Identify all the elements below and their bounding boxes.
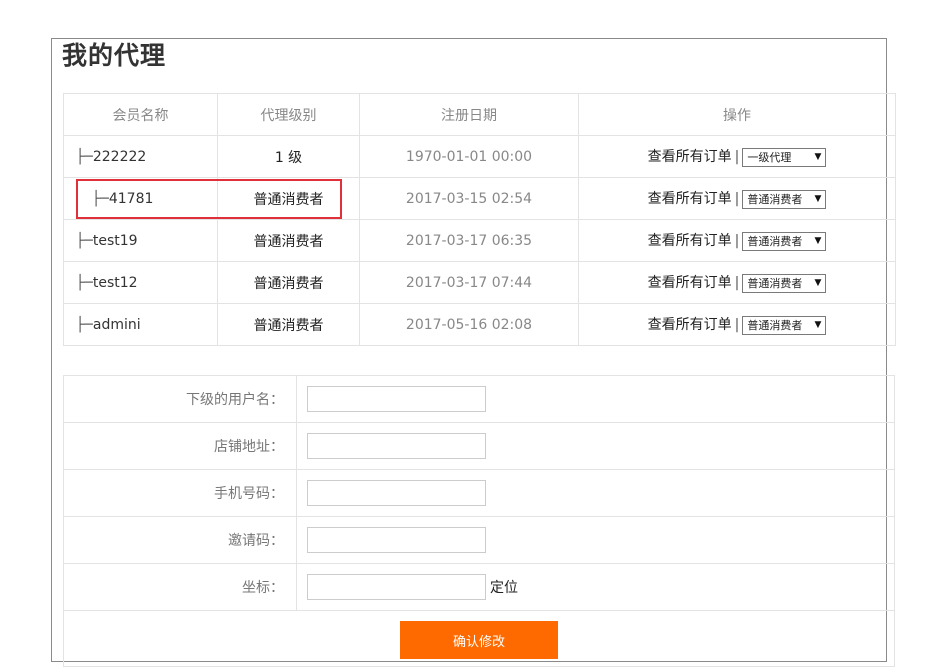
- table-row: ├─test12 普通消费者 2017-03-17 07:44 查看所有订单 | 普…: [63, 261, 896, 304]
- phone-input[interactable]: [307, 480, 486, 506]
- table-row: ├─admini 普通消费者 2017-05-16 02:08 查看所有订单 | 普…: [63, 303, 896, 346]
- tree-branch: ├─: [76, 274, 93, 291]
- form-input-cell: [296, 516, 895, 564]
- dropdown-arrow-icon: ▼: [814, 235, 822, 246]
- member-name-cell: ├─test12: [63, 261, 218, 304]
- agent-level: 1 级: [217, 135, 360, 178]
- locate-link[interactable]: 定位: [490, 580, 518, 596]
- member-name: 222222: [92, 148, 147, 165]
- separator: |: [734, 191, 740, 208]
- submit-cell: 确认修改: [63, 610, 895, 667]
- sub-username-input[interactable]: [307, 386, 486, 412]
- header-actions: 操作: [578, 93, 896, 136]
- form-row-phone: 手机号码：: [63, 469, 895, 517]
- header-member-name: 会员名称: [63, 93, 218, 136]
- invite-code-label: 邀请码：: [63, 516, 297, 564]
- actions-cell: 查看所有订单 | 普通消费者 ▼: [578, 177, 896, 220]
- separator: |: [734, 275, 740, 292]
- member-name-cell: ├─222222: [63, 135, 218, 178]
- register-date: 2017-03-15 02:54: [359, 177, 579, 220]
- view-all-orders-link[interactable]: 查看所有订单: [648, 317, 732, 333]
- agent-level-select[interactable]: 普通消费者 ▼: [742, 273, 827, 293]
- member-name: test12: [92, 274, 138, 291]
- member-name-cell: ├─admini: [63, 303, 218, 346]
- view-all-orders-link[interactable]: 查看所有订单: [648, 191, 732, 207]
- select-value: 普通消费者: [747, 276, 803, 290]
- dropdown-arrow-icon: ▼: [814, 193, 822, 204]
- form-input-cell: [296, 469, 895, 517]
- actions-cell: 查看所有订单 | 普通消费者 ▼: [578, 261, 896, 304]
- form-row-submit: 确认修改: [63, 610, 895, 667]
- separator: |: [734, 317, 740, 334]
- page-title: 我的代理: [62, 41, 167, 70]
- tree-branch: ├─: [76, 316, 93, 333]
- header-register-date: 注册日期: [359, 93, 579, 136]
- register-date: 2017-05-16 02:08: [359, 303, 579, 346]
- agent-level: 普通消费者: [217, 303, 360, 346]
- confirm-button[interactable]: 确认修改: [400, 621, 558, 659]
- tree-branch: ├─: [76, 232, 93, 249]
- form-input-cell: 定位: [296, 563, 895, 611]
- form-row-invite-code: 邀请码：: [63, 516, 895, 564]
- form-input-cell: [296, 422, 895, 470]
- agent-level: 普通消费者: [217, 261, 360, 304]
- member-name: admini: [92, 316, 141, 333]
- dropdown-arrow-icon: ▼: [814, 151, 822, 162]
- shop-address-label: 店铺地址：: [63, 422, 297, 470]
- view-all-orders-link[interactable]: 查看所有订单: [648, 275, 732, 291]
- actions-cell: 查看所有订单 | 普通消费者 ▼: [578, 303, 896, 346]
- header-agent-level: 代理级别: [217, 93, 360, 136]
- coordinates-label: 坐标：: [63, 563, 297, 611]
- register-date: 2017-03-17 07:44: [359, 261, 579, 304]
- form-row-coordinates: 坐标： 定位: [63, 563, 895, 611]
- agent-level: 普通消费者: [217, 219, 360, 262]
- actions-cell: 查看所有订单 | 普通消费者 ▼: [578, 219, 896, 262]
- table-header-row: 会员名称 代理级别 注册日期 操作: [63, 93, 896, 136]
- table-row: ├─222222 1 级 1970-01-01 00:00 查看所有订单 | 一级代…: [63, 135, 896, 178]
- phone-label: 手机号码：: [63, 469, 297, 517]
- dropdown-arrow-icon: ▼: [814, 277, 822, 288]
- sub-username-label: 下级的用户名：: [63, 375, 297, 423]
- dropdown-arrow-icon: ▼: [814, 319, 822, 330]
- select-value: 一级代理: [747, 150, 792, 164]
- select-value: 普通消费者: [747, 192, 803, 206]
- register-date: 1970-01-01 00:00: [359, 135, 579, 178]
- select-value: 普通消费者: [747, 318, 803, 332]
- shop-address-input[interactable]: [307, 433, 486, 459]
- agent-level-select[interactable]: 普通消费者 ▼: [742, 231, 827, 251]
- agent-level-select[interactable]: 普通消费者 ▼: [742, 189, 827, 209]
- form-input-cell: [296, 375, 895, 423]
- highlight-box: [76, 179, 342, 219]
- register-date: 2017-03-17 06:35: [359, 219, 579, 262]
- select-value: 普通消费者: [747, 234, 803, 248]
- table-row: ├─test19 普通消费者 2017-03-17 06:35 查看所有订单 | 普…: [63, 219, 896, 262]
- member-name: test19: [92, 232, 138, 249]
- separator: |: [734, 233, 740, 250]
- invite-code-input[interactable]: [307, 527, 486, 553]
- view-all-orders-link[interactable]: 查看所有订单: [648, 233, 732, 249]
- form-row-sub-username: 下级的用户名：: [63, 375, 895, 423]
- separator: |: [734, 149, 740, 166]
- member-name-cell: ├─test19: [63, 219, 218, 262]
- tree-branch: ├─: [76, 148, 93, 165]
- form-row-shop-address: 店铺地址：: [63, 422, 895, 470]
- members-table: 会员名称 代理级别 注册日期 操作 ├─222222 1 级 1970-01-0…: [63, 93, 896, 346]
- view-all-orders-link[interactable]: 查看所有订单: [648, 149, 732, 165]
- actions-cell: 查看所有订单 | 一级代理 ▼: [578, 135, 896, 178]
- agent-form: 下级的用户名： 店铺地址： 手机号码： 邀请码： 坐标： 定位 确认修改: [63, 375, 895, 667]
- agent-level-select[interactable]: 普通消费者 ▼: [742, 315, 827, 335]
- coordinates-input[interactable]: [307, 574, 486, 600]
- agent-level-select[interactable]: 一级代理 ▼: [742, 147, 827, 167]
